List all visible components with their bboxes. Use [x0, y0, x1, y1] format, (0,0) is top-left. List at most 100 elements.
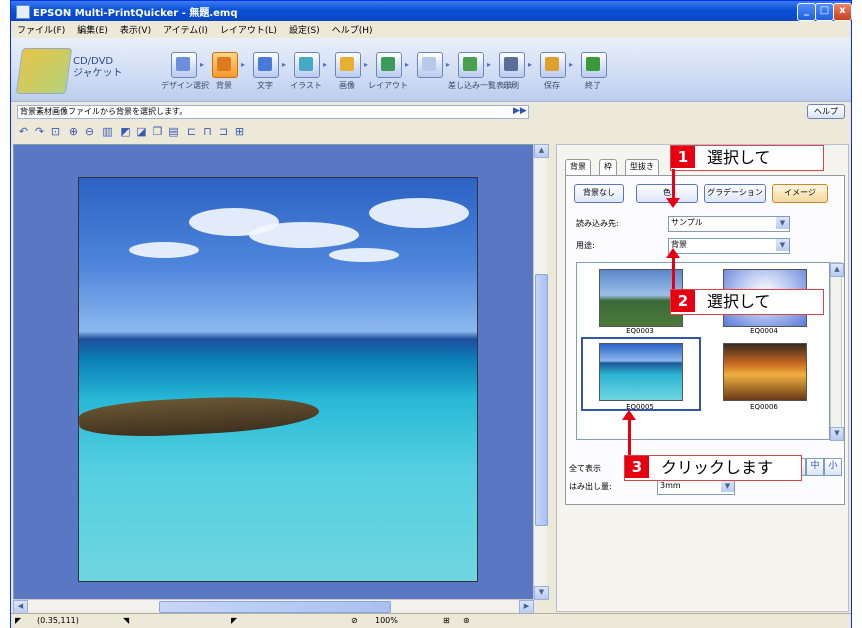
scroll-down-icon[interactable]: ▼ — [534, 586, 549, 600]
align-center-icon[interactable]: ⊓ — [201, 125, 214, 138]
zoom-value: 100% — [375, 616, 398, 625]
step-label: レイアウト — [368, 81, 408, 90]
list-step-button[interactable] — [458, 52, 484, 78]
zoom-out-icon[interactable]: ⊖ — [83, 125, 96, 138]
exit-step-button[interactable] — [581, 52, 607, 78]
callout-arrow-head — [622, 410, 636, 420]
image-button[interactable]: イメージ — [772, 184, 828, 203]
menu-layout[interactable]: レイアウト(L) — [214, 21, 283, 36]
redo-icon[interactable]: ↷ — [33, 125, 46, 138]
callout-text: クリックします — [661, 458, 774, 477]
canvas-vertical-scrollbar[interactable]: ▲ ▼ — [533, 144, 549, 600]
printer-step-button[interactable] — [499, 52, 525, 78]
product-line1: CD/DVD — [73, 56, 114, 67]
brush-icon — [217, 57, 231, 71]
thumbnail-image[interactable] — [723, 343, 807, 401]
align-left-icon[interactable]: ⊏ — [185, 125, 198, 138]
gallery-scrollbar[interactable]: ▲ ▼ — [830, 262, 844, 441]
canvas-horizontal-scrollbar[interactable]: ◀ ▶ — [13, 599, 534, 614]
cloud-shape — [249, 222, 359, 248]
group-icon[interactable]: ⊞ — [233, 125, 246, 138]
background-image-preview[interactable] — [78, 177, 478, 582]
background-settings-panel: 背景 枠 型抜き 背景なし 色 グラデーション イメージ 読み込み先: サンプル… — [556, 144, 849, 612]
close-button[interactable]: x — [833, 3, 852, 21]
menu-settings[interactable]: 設定(S) — [283, 21, 326, 36]
bleed-label: はみ出し量: — [569, 482, 612, 491]
window-title: EPSON Multi-PrintQuicker - 無題.emq — [33, 8, 238, 19]
usage-label: 用途: — [576, 241, 595, 250]
save-folder-step-button[interactable] — [540, 52, 566, 78]
chevron-down-icon[interactable]: ▼ — [721, 480, 734, 492]
chevron-down-icon[interactable]: ▼ — [776, 239, 789, 251]
cloud-shape — [129, 242, 199, 258]
source-select[interactable]: サンプル ▼ — [668, 216, 790, 232]
tab-cutout[interactable]: 型抜き — [625, 159, 659, 175]
copy-icon[interactable]: ❐ — [151, 125, 164, 138]
frame-step-button[interactable] — [417, 52, 443, 78]
tab-background[interactable]: 背景 — [565, 159, 591, 175]
pencil-step-button[interactable] — [171, 52, 197, 78]
gradation-button[interactable]: グラデーション — [704, 184, 766, 203]
snap-icon: ⊛ — [463, 616, 470, 625]
paste-icon[interactable]: ▤ — [167, 125, 180, 138]
scroll-up-icon[interactable]: ▲ — [830, 263, 844, 277]
select-tool-icon[interactable]: ⊡ — [49, 125, 62, 138]
scroll-down-icon[interactable]: ▼ — [830, 427, 844, 441]
step-arrow-icon: ▸ — [528, 60, 533, 69]
delete-icon[interactable]: ▥ — [101, 125, 114, 138]
brush-step-button[interactable] — [212, 52, 238, 78]
no-background-button[interactable]: 背景なし — [574, 184, 624, 203]
usage-select[interactable]: 背景 ▼ — [668, 238, 790, 254]
text-a-icon — [258, 57, 272, 71]
callout-number: 2 — [671, 290, 695, 312]
thumbnail-image[interactable] — [599, 343, 683, 401]
menu-help[interactable]: ヘルプ(H) — [326, 21, 379, 36]
size-medium-button[interactable]: 中 — [806, 458, 824, 476]
illustration-step-button[interactable] — [294, 52, 320, 78]
step-arrow-icon: ▸ — [323, 60, 328, 69]
hint-next-icon[interactable]: ▶▶ — [513, 106, 527, 116]
zoom-in-icon[interactable]: ⊕ — [67, 125, 80, 138]
callout-text: 選択して — [707, 148, 771, 167]
scroll-up-icon[interactable]: ▲ — [534, 144, 549, 158]
show-all-label[interactable]: 全て表示 — [569, 463, 601, 474]
maximize-button[interactable]: □ — [815, 3, 834, 21]
rotate-icon: ◤ — [231, 616, 238, 625]
canvas-area[interactable] — [13, 144, 547, 600]
chevron-down-icon[interactable]: ▼ — [776, 217, 789, 229]
bleed-select[interactable]: 3mm ▼ — [657, 479, 735, 495]
minimize-button[interactable]: _ — [797, 3, 816, 21]
send-back-icon[interactable]: ◪ — [135, 125, 148, 138]
menu-item[interactable]: アイテム(I) — [157, 21, 214, 36]
tab-frame[interactable]: 枠 — [599, 159, 617, 175]
scroll-thumb[interactable] — [159, 601, 391, 613]
size-small-button[interactable]: 小 — [824, 458, 842, 476]
step-label: 差し込み一覧表示 — [448, 81, 512, 90]
undo-icon[interactable]: ↶ — [17, 125, 30, 138]
thumbnail-label: EQ0005 — [626, 403, 654, 411]
frame-icon — [422, 57, 436, 71]
cloud-shape — [329, 248, 399, 262]
exit-icon — [586, 57, 600, 71]
layout-step-button[interactable] — [376, 52, 402, 78]
hand-image-icon — [340, 57, 354, 71]
step-label: イラスト — [290, 81, 322, 90]
menu-bar: ファイル(F) 編集(E) 表示(V) アイテム(I) レイアウト(L) 設定(S) ヘルプ… — [11, 21, 851, 38]
scroll-left-icon[interactable]: ◀ — [13, 600, 28, 614]
menu-file[interactable]: ファイル(F) — [11, 21, 71, 36]
menu-view[interactable]: 表示(V) — [114, 21, 157, 36]
callout-arrow-line — [672, 169, 675, 199]
scroll-thumb[interactable] — [535, 274, 548, 526]
text-a-step-button[interactable] — [253, 52, 279, 78]
help-button[interactable]: ヘルプ — [807, 104, 845, 119]
callout-number: 1 — [671, 146, 695, 168]
bring-front-icon[interactable]: ◩ — [119, 125, 132, 138]
align-right-icon[interactable]: ⊐ — [217, 125, 230, 138]
list-icon — [463, 57, 477, 71]
step-label: 保存 — [544, 81, 560, 90]
menu-edit[interactable]: 編集(E) — [71, 21, 114, 36]
step-label: 背景 — [216, 81, 232, 90]
scroll-right-icon[interactable]: ▶ — [519, 600, 534, 614]
hand-image-step-button[interactable] — [335, 52, 361, 78]
title-bar: EPSON Multi-PrintQuicker - 無題.emq _ □ x — [11, 1, 852, 21]
